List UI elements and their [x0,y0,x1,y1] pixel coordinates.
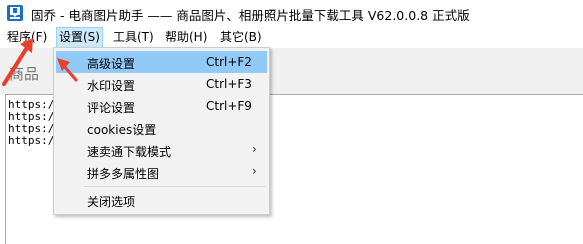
menu-program[interactable]: 程序(F) [5,27,49,48]
menu-other[interactable]: 其它(B) [218,27,264,48]
menu-tools[interactable]: 工具(T) [111,27,156,48]
menu-bar: 程序(F) 设置(S) 工具(T) 帮助(H) 其它(B) [0,27,583,48]
menu-item-label: 水印设置 [87,79,136,93]
menu-item-label: 拼多多属性图 [87,167,160,181]
menu-help[interactable]: 帮助(H) [163,27,209,48]
submenu-arrow-icon: › [252,164,257,178]
menu-item-label: 速卖通下载模式 [87,145,172,159]
title-bar: 固乔 - 电商图片助手 —— 商品图片、相册照片批量下载工具 V62.0.0.8… [0,0,583,27]
settings-dropdown-menu: 高级设置 Ctrl+F2 水印设置 Ctrl+F3 评论设置 Ctrl+F9 c… [53,47,270,215]
menu-item-cookies-settings[interactable]: cookies设置 [56,117,267,139]
menu-separator [84,186,265,187]
menu-item-label: 关闭选项 [87,195,136,209]
menu-item-watermark-settings[interactable]: 水印设置 Ctrl+F3 [56,73,267,95]
menu-item-label: 评论设置 [87,101,136,115]
product-label: 商品 [9,65,40,83]
menu-item-label: cookies设置 [87,123,157,137]
menu-item-aliexpress-mode[interactable]: 速卖通下载模式 › [56,139,267,161]
menu-item-pinduoduo-attr[interactable]: 拼多多属性图 › [56,161,267,183]
menu-settings[interactable]: 设置(S) [56,27,103,48]
shortcut-label: Ctrl+F9 [206,99,252,113]
shortcut-label: Ctrl+F2 [206,55,252,69]
submenu-arrow-icon: › [252,142,257,156]
shortcut-label: Ctrl+F3 [206,77,252,91]
window-title: 固乔 - 电商图片助手 —— 商品图片、相册照片批量下载工具 V62.0.0.8… [31,8,470,23]
url-line: https:/ [8,134,55,147]
menu-item-label: 高级设置 [87,57,136,71]
download-app-icon [7,5,23,21]
menu-item-comment-settings[interactable]: 评论设置 Ctrl+F9 [56,95,267,117]
menu-item-advanced-settings[interactable]: 高级设置 Ctrl+F2 [56,51,267,73]
menu-item-close-options[interactable]: 关闭选项 [56,189,267,211]
